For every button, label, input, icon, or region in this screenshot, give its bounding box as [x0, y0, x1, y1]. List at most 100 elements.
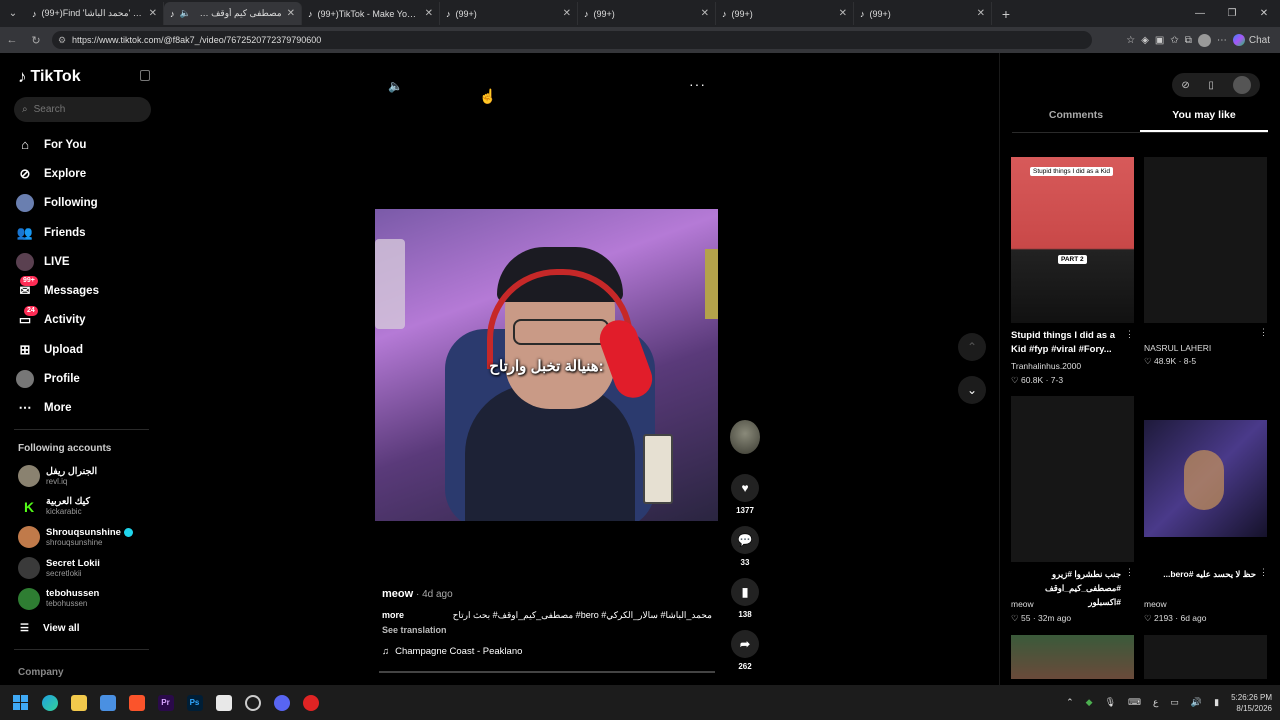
network-icon[interactable]: ▭ [1170, 697, 1179, 708]
close-icon[interactable]: ✕ [425, 8, 433, 19]
profile-avatar[interactable] [1197, 33, 1211, 47]
nav-friends[interactable]: 👥 Friends [16, 218, 156, 247]
collections-icon[interactable]: ⧉ [1185, 35, 1192, 46]
star-icon[interactable]: ☆ [1126, 35, 1135, 46]
premiere-pro-icon[interactable]: Pr [151, 685, 180, 720]
back-icon[interactable]: ← [0, 34, 24, 46]
obs-icon[interactable] [238, 685, 267, 720]
discord-icon[interactable] [267, 685, 296, 720]
creator-avatar[interactable] [730, 420, 760, 454]
avatar[interactable] [1232, 76, 1251, 94]
close-icon[interactable]: ✕ [287, 8, 295, 19]
browser-tab[interactable]: ♪(99+)Find 'محمد الباشا' on TikTok✕ [26, 2, 164, 25]
card-author[interactable]: meow [1011, 599, 1034, 609]
account-item[interactable]: الجنرال ريفل revl.iq [18, 461, 158, 492]
author-name[interactable]: meow [382, 588, 413, 600]
previous-video-button[interactable]: ⌃ [958, 333, 986, 361]
browser-tab-active[interactable]: ♪🔈مصطفى كيم أوقف ماما ا...✕ [164, 2, 302, 25]
more-button[interactable]: more [382, 610, 404, 621]
pip-icon[interactable]: ⊘ [1181, 80, 1189, 91]
chevron-up-icon[interactable]: ⌃ [1066, 697, 1074, 708]
account-item[interactable]: tebohussen tebohussen [18, 583, 158, 614]
browser-tab[interactable]: ♪ (99+) ✕ [440, 2, 578, 25]
more-options-icon[interactable]: ⋮ [1259, 327, 1268, 338]
card-author[interactable]: NASRUL LAHERI [1144, 343, 1211, 353]
language-indicator[interactable]: ع [1153, 697, 1158, 708]
card-title[interactable]: حظ لا يحسد عليه #bero... [1144, 567, 1256, 581]
keyboard-icon[interactable]: ⌨ [1128, 697, 1141, 708]
microphone-icon[interactable]: 🎙 [1105, 697, 1116, 708]
next-video-button[interactable]: ⌄ [958, 376, 986, 404]
search-input[interactable] [33, 104, 134, 115]
paint-icon[interactable] [209, 685, 238, 720]
close-window-button[interactable]: ✕ [1248, 0, 1280, 27]
maximize-button[interactable]: ❐ [1216, 0, 1248, 27]
nav-more[interactable]: ⋯ More [16, 394, 156, 423]
photoshop-icon[interactable]: Ps [180, 685, 209, 720]
search-box[interactable]: ⌕ [14, 97, 151, 122]
more-options-icon[interactable]: ··· [689, 76, 706, 92]
music-link[interactable]: ♫ Champagne Coast - Peaklano [382, 646, 712, 657]
tab-list-button[interactable]: ⌄ [0, 8, 26, 19]
nav-upload[interactable]: ⊞ Upload [16, 335, 156, 364]
device-icon[interactable]: ▯ [1208, 80, 1214, 91]
tiktok-logo[interactable]: ♪ TikTok [18, 67, 81, 87]
video-progress-bar[interactable] [379, 671, 715, 673]
video-thumbnail[interactable]: Stupid things I did as a Kid PART 2 [1011, 157, 1134, 323]
card-author[interactable]: Tranhalinhus.2000 [1011, 361, 1081, 371]
close-icon[interactable]: ✕ [839, 8, 847, 19]
brave-browser-icon[interactable] [122, 685, 151, 720]
clock[interactable]: 5:26:26 PM 8/15/2026 [1231, 692, 1272, 714]
nav-following[interactable]: Following [16, 189, 156, 218]
tab-you-may-like[interactable]: You may like [1140, 109, 1268, 132]
video-thumbnail[interactable] [1144, 420, 1267, 537]
browser-tab[interactable]: ♪ (99+) ✕ [716, 2, 854, 25]
speaker-icon[interactable]: 🔈 [180, 8, 191, 19]
card-title[interactable]: Stupid things I did as a Kid #fyp #viral… [1011, 329, 1123, 357]
minimize-button[interactable]: — [1184, 0, 1216, 27]
browser-tab[interactable]: ♪ (99+) ✕ [578, 2, 716, 25]
like-button[interactable]: ♥ 1377 [730, 474, 760, 515]
browser-tab[interactable]: ♪(99+)TikTok - Make Your Day✕ [302, 2, 440, 25]
nav-profile[interactable]: Profile [16, 364, 156, 393]
volume-icon[interactable]: 🔊 [1191, 697, 1202, 708]
extension-icon[interactable]: ◈ [1141, 35, 1149, 46]
copilot-chat-button[interactable]: Chat [1232, 34, 1270, 46]
browser-tab[interactable]: ♪ (99+) ✕ [854, 2, 992, 25]
collapse-sidebar-icon[interactable] [140, 70, 150, 81]
nav-for-you[interactable]: ⌂ For You [16, 130, 156, 159]
account-item[interactable]: Secret Lokii secretlokii [18, 553, 158, 584]
edge-browser-icon[interactable] [35, 685, 64, 720]
favorites-icon[interactable]: ✩ [1170, 35, 1178, 46]
more-options-icon[interactable]: ⋮ [1125, 567, 1134, 578]
reload-icon[interactable]: ↻ [24, 34, 48, 47]
close-icon[interactable]: ✕ [701, 8, 709, 19]
more-options-icon[interactable]: ⋮ [1125, 329, 1134, 340]
video-thumbnail[interactable] [1144, 635, 1267, 679]
video-thumbnail[interactable] [1011, 635, 1134, 679]
nav-activity[interactable]: ▭ 24 Activity [16, 305, 156, 335]
video-thumbnail[interactable] [1144, 157, 1267, 323]
windows-start-icon[interactable] [6, 685, 35, 720]
nav-messages[interactable]: ✉ 99+ Messages [16, 276, 156, 305]
share-button[interactable]: ➦ 262 [730, 630, 760, 671]
account-item[interactable]: Shrouqsunshine shrouqsunshine [18, 522, 158, 553]
video-thumbnail[interactable] [1011, 396, 1134, 562]
close-icon[interactable]: ✕ [563, 8, 571, 19]
nav-live[interactable]: LIVE [16, 247, 156, 276]
view-all-button[interactable]: ☰ View all [20, 623, 79, 634]
nav-explore[interactable]: ⊘ Explore [16, 159, 156, 188]
url-field[interactable]: ⚙ https://www.tiktok.com/@f8ak7_/video/76… [52, 31, 1092, 49]
battery-icon[interactable]: ▮ [1214, 697, 1219, 708]
card-author[interactable]: meow [1144, 599, 1167, 609]
close-icon[interactable]: ✕ [149, 8, 157, 19]
tab-comments[interactable]: Comments [1012, 109, 1140, 132]
close-icon[interactable]: ✕ [977, 8, 985, 19]
save-button[interactable]: ▮ 138 [730, 578, 760, 619]
file-explorer-icon[interactable] [64, 685, 93, 720]
tray-app-icon[interactable]: ◆ [1086, 697, 1093, 708]
split-view-icon[interactable]: ▣ [1155, 35, 1164, 46]
see-translation-link[interactable]: See translation [382, 625, 712, 635]
video-player[interactable]: هنيالة تخبل وارتاح: [375, 209, 718, 521]
company-link[interactable]: Company [18, 667, 64, 678]
